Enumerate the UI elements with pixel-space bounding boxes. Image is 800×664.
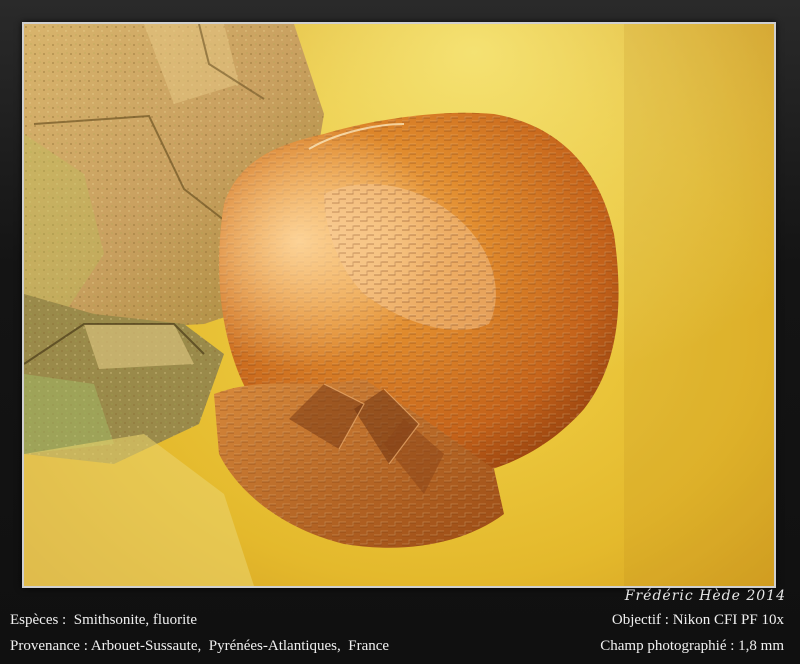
- species-caption: Espèces : Smithsonite, fluorite: [10, 612, 197, 629]
- field-value: 1,8 mm: [738, 638, 784, 654]
- photo-frame: Frédéric Hède 2014 Espèces : Smithsonite…: [0, 0, 800, 664]
- provenance-label: Provenance :: [10, 638, 88, 654]
- species-label: Espèces :: [10, 612, 67, 628]
- objective-label: Objectif :: [611, 612, 669, 628]
- photographer-signature: Frédéric Hède 2014: [624, 588, 786, 604]
- provenance-caption: Provenance : Arbouet-Sussaute, Pyrénées-…: [10, 638, 389, 655]
- field-label: Champ photographié :: [600, 638, 735, 654]
- mineral-photo: [22, 22, 776, 588]
- mineral-photo-illustration: [24, 24, 774, 586]
- objective-caption: Objectif : Nikon CFI PF 10x: [612, 612, 784, 629]
- field-caption: Champ photographié : 1,8 mm: [600, 638, 784, 655]
- provenance-value: Arbouet-Sussaute, Pyrénées-Atlantiques, …: [90, 638, 390, 654]
- species-value: Smithsonite, fluorite: [73, 612, 198, 628]
- objective-value: Nikon CFI PF 10x: [672, 612, 784, 628]
